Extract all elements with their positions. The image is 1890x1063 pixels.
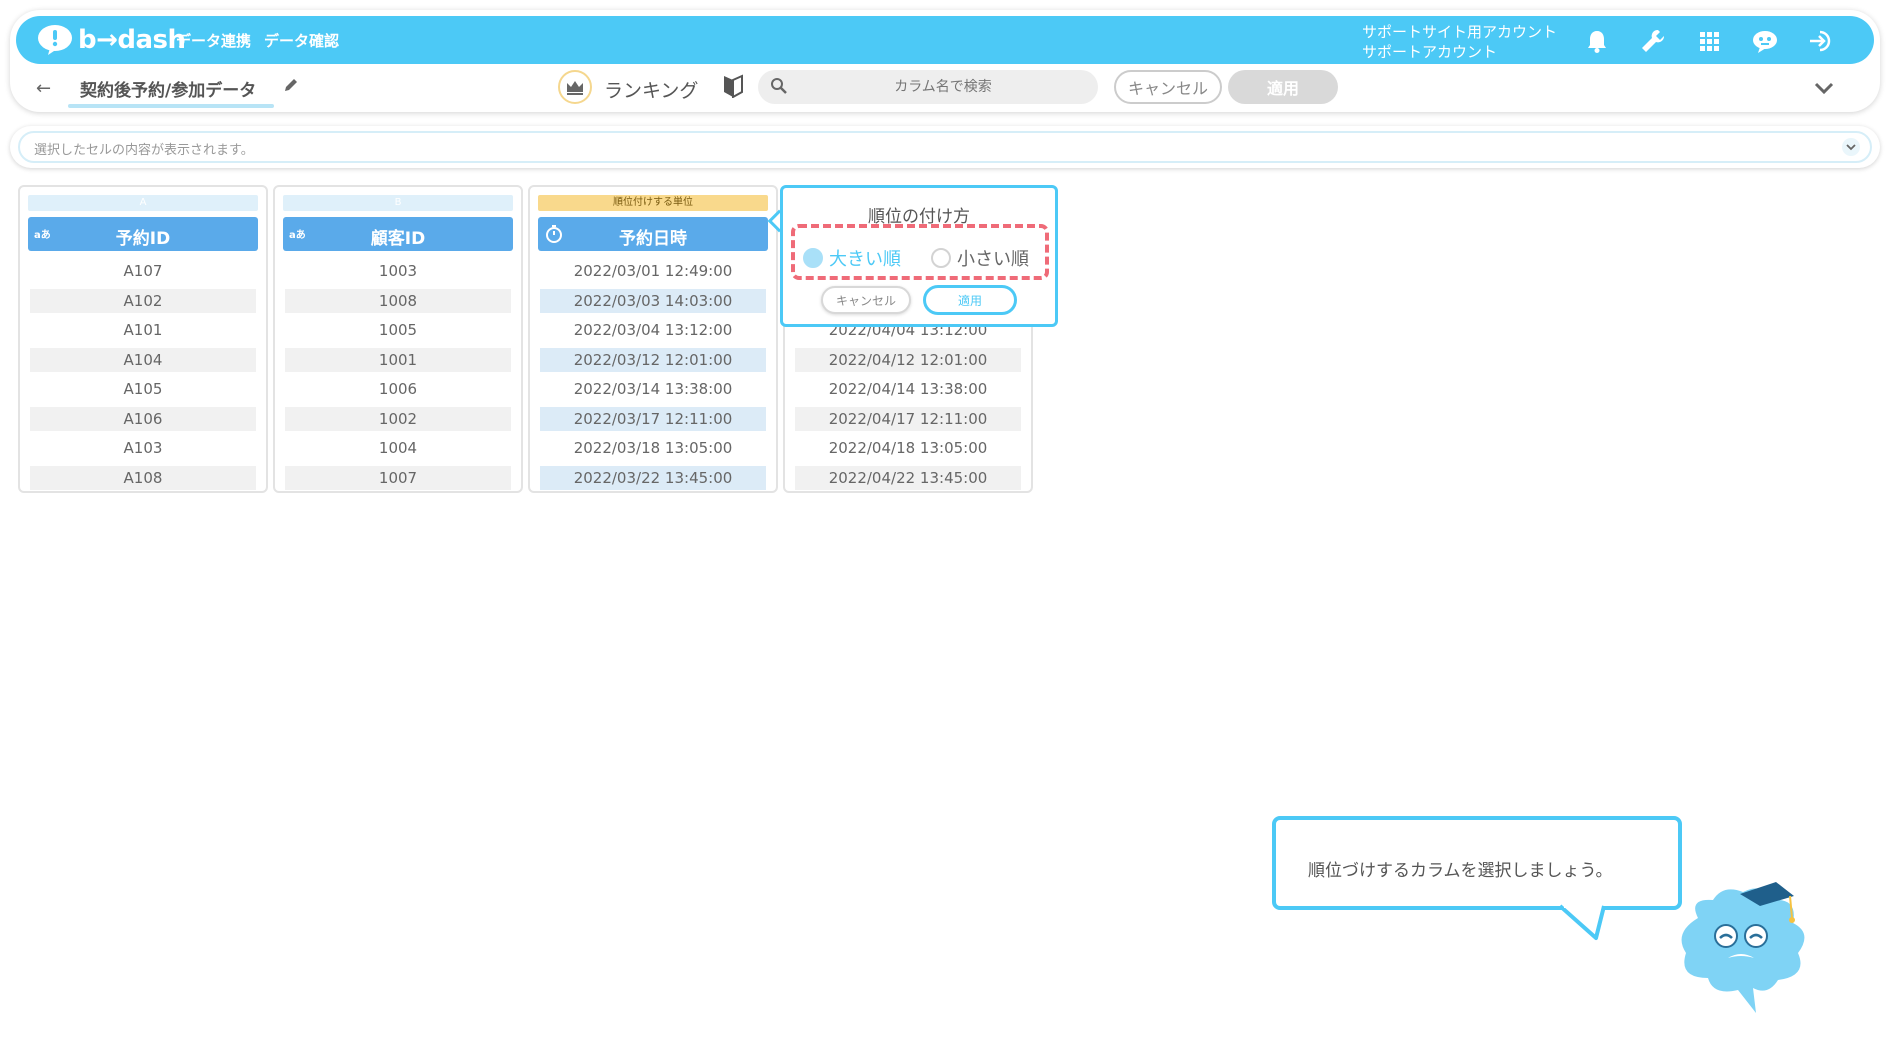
data-title[interactable]: 契約後予約/参加データ — [80, 76, 256, 101]
guide-message: 順位づけするカラムを選択しましょう。 — [1308, 861, 1613, 881]
table-cell[interactable]: A106 — [30, 407, 256, 431]
column-search[interactable] — [758, 70, 1098, 104]
column-letter: B — [283, 195, 513, 211]
apply-button[interactable]: 適用 — [1228, 70, 1338, 104]
back-arrow-icon[interactable]: ← — [36, 78, 51, 99]
account-line1: サポートサイト用アカウント — [1362, 23, 1558, 41]
table-cell[interactable]: A108 — [30, 466, 256, 490]
column-header[interactable]: aあ 顧客ID — [283, 217, 513, 251]
table-cell[interactable]: 1003 — [285, 259, 511, 283]
cell-content-placeholder: 選択したセルの内容が表示されます。 — [34, 143, 254, 158]
column-name: 顧客ID — [370, 229, 426, 249]
table-cell[interactable]: 2022/03/18 13:05:00 — [540, 436, 766, 460]
radio-ascending[interactable]: 小さい順 — [931, 245, 1029, 271]
chat-icon[interactable] — [1750, 26, 1780, 56]
table-cell[interactable]: 1002 — [285, 407, 511, 431]
table-cell[interactable]: 2022/04/18 13:05:00 — [795, 436, 1021, 460]
speech-tail — [1560, 904, 1606, 940]
table-cell[interactable]: 1004 — [285, 436, 511, 460]
table-cell[interactable]: 2022/04/12 12:01:00 — [795, 348, 1021, 372]
guide-speech-bubble: 順位づけするカラムを選択しましょう。 — [1272, 816, 1682, 910]
cell-content-field[interactable]: 選択したセルの内容が表示されます。 — [18, 131, 1872, 163]
column-header[interactable]: 予約日時 — [538, 217, 768, 251]
table-cell[interactable]: 2022/03/04 13:12:00 — [540, 318, 766, 342]
column-name: 予約ID — [115, 229, 171, 249]
table-cell[interactable]: 2022/03/12 12:01:00 — [540, 348, 766, 372]
app-logo[interactable]: b→dash — [36, 22, 186, 58]
table-cell[interactable]: 2022/04/14 13:38:00 — [795, 377, 1021, 401]
wrench-icon[interactable] — [1638, 26, 1668, 56]
search-icon — [771, 78, 787, 94]
column-letter: A — [28, 195, 258, 211]
logo-text: b→dash — [78, 25, 186, 55]
radio-unselected-icon — [931, 248, 951, 268]
column-card-b[interactable]: B aあ 顧客ID 1003 1008 1005 1001 1006 1002 … — [273, 185, 523, 493]
radio-selected-icon — [803, 248, 823, 268]
column-card-c[interactable]: 順位付けする単位 予約日時 2022/03/01 12:49:00 2022/0… — [528, 185, 778, 493]
nav-data-link[interactable]: データ連携 — [176, 30, 251, 51]
table-cell[interactable]: A103 — [30, 436, 256, 460]
table-cell[interactable]: 2022/03/17 12:11:00 — [540, 407, 766, 431]
table-cell[interactable]: A107 — [30, 259, 256, 283]
bell-icon[interactable] — [1582, 26, 1612, 56]
top-panel: b→dash データ連携 データ確認 サポートサイト用アカウント サポートアカウ… — [10, 10, 1880, 112]
ranking-order-popover: 順位の付け方 大きい順 小さい順 キャンセル 適用 — [780, 185, 1058, 327]
table-cell[interactable]: A105 — [30, 377, 256, 401]
table-cell[interactable]: 1001 — [285, 348, 511, 372]
column-header[interactable]: aあ 予約ID — [28, 217, 258, 251]
table-cell[interactable]: 2022/04/22 13:45:00 — [795, 466, 1021, 490]
radio-descending[interactable]: 大きい順 — [803, 245, 901, 271]
title-underline — [68, 104, 274, 108]
table-cell[interactable]: A104 — [30, 348, 256, 372]
logo-bubble-icon — [38, 25, 72, 55]
table-cell[interactable]: A102 — [30, 289, 256, 313]
search-input[interactable] — [798, 74, 1088, 100]
table-cell[interactable]: 2022/03/03 14:03:00 — [540, 289, 766, 313]
table-cell[interactable]: A101 — [30, 318, 256, 342]
popover-cancel-button[interactable]: キャンセル — [821, 286, 911, 314]
grid-icon[interactable] — [1694, 26, 1724, 56]
account-line2: サポートアカウント — [1362, 43, 1498, 61]
table-cell[interactable]: 2022/03/14 13:38:00 — [540, 377, 766, 401]
table-cell[interactable]: 2022/03/01 12:49:00 — [540, 259, 766, 283]
table-cell[interactable]: 1006 — [285, 377, 511, 401]
cancel-button[interactable]: キャンセル — [1114, 70, 1222, 104]
logout-icon[interactable] — [1806, 26, 1836, 56]
app-header: b→dash データ連携 データ確認 サポートサイト用アカウント サポートアカウ… — [16, 16, 1874, 64]
expand-chevron-icon[interactable] — [1842, 138, 1860, 156]
account-info[interactable]: サポートサイト用アカウント サポートアカウント — [1362, 22, 1557, 62]
popover-apply-button[interactable]: 適用 — [923, 285, 1017, 315]
radio-ascending-label: 小さい順 — [957, 249, 1029, 270]
table-cell[interactable]: 1005 — [285, 318, 511, 342]
highlight-frame: 大きい順 小さい順 — [791, 224, 1049, 280]
table-cell[interactable]: 2022/04/17 12:11:00 — [795, 407, 1021, 431]
radio-descending-label: 大きい順 — [829, 249, 901, 270]
toolbar: ← 契約後予約/参加データ ランキング キャンセル 適用 — [10, 66, 1880, 112]
crown-icon — [558, 70, 592, 104]
nav-data-check[interactable]: データ確認 — [264, 30, 339, 51]
table-cell[interactable]: 2022/03/22 13:45:00 — [540, 466, 766, 490]
cell-content-bar: 選択したセルの内容が表示されます。 — [10, 126, 1880, 168]
pencil-icon[interactable] — [282, 76, 300, 94]
beginner-mark-icon[interactable] — [722, 74, 744, 98]
table-cell[interactable]: 1008 — [285, 289, 511, 313]
ranking-unit-label: 順位付けする単位 — [538, 195, 768, 211]
table-cell[interactable]: 1007 — [285, 466, 511, 490]
mascot-icon — [1681, 882, 1805, 1013]
mode-label: ランキング — [604, 80, 699, 102]
column-card-a[interactable]: A aあ 予約ID A107 A102 A101 A104 A105 A106 … — [18, 185, 268, 493]
chevron-down-icon[interactable] — [1810, 74, 1838, 102]
column-name: 予約日時 — [619, 229, 687, 249]
